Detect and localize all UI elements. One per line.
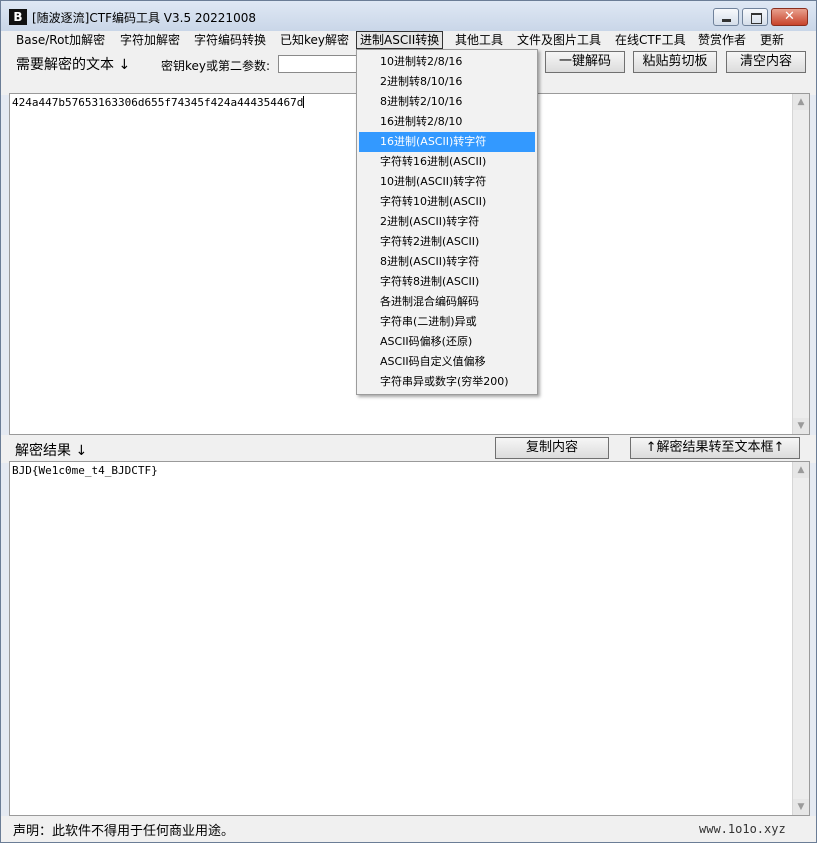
menu-other-tools[interactable]: 其他工具 [452, 31, 506, 49]
dd-char-to-dec-ascii[interactable]: 字符转10进制(ASCII) [359, 192, 535, 212]
base-ascii-dropdown-menu: 10进制转2/8/16 2进制转8/10/16 8进制转2/10/16 16进制… [356, 49, 538, 395]
one-click-decode-button[interactable]: 一键解码 [545, 51, 625, 73]
key-label: 密钥key或第二参数: [161, 59, 271, 73]
result-bar: 解密结果 ↓ 复制内容 ↑解密结果转至文本框↑ [1, 435, 816, 463]
clear-content-button[interactable]: 清空内容 [726, 51, 806, 73]
menu-donate[interactable]: 赞赏作者 [695, 31, 749, 49]
dd-ascii-custom-shift[interactable]: ASCII码自定义值偏移 [359, 352, 535, 372]
menu-base-ascii[interactable]: 进制ASCII转换 [356, 31, 444, 49]
dd-hex-to-2-8-10[interactable]: 16进制转2/8/10 [359, 112, 535, 132]
maximize-button[interactable] [742, 8, 768, 26]
dd-dec-ascii-to-char[interactable]: 10进制(ASCII)转字符 [359, 172, 535, 192]
result-text: BJD{We1c0me_t4_BJDCTF} [12, 464, 158, 477]
app-logo-icon: B [9, 9, 27, 25]
minimize-icon [714, 9, 738, 25]
dd-hex-ascii-to-char[interactable]: 16进制(ASCII)转字符 [359, 132, 535, 152]
window-title: [随波逐流]CTF编码工具 V3.5 20221008 [32, 11, 256, 25]
dd-dec-to-2-8-16[interactable]: 10进制转2/8/16 [359, 52, 535, 72]
dd-string-xor-number[interactable]: 字符串异或数字(穷举200) [359, 372, 535, 392]
input-scrollbar[interactable]: ▲ ▼ [792, 94, 809, 434]
menu-update[interactable]: 更新 [757, 31, 787, 49]
input-label: 需要解密的文本 ↓ [16, 57, 131, 73]
scroll-up-icon[interactable]: ▲ [793, 94, 809, 110]
menu-bar: Base/Rot加解密 字符加解密 字符编码转换 已知key解密 进制ASCII… [1, 31, 816, 49]
dd-mixed-base-decode[interactable]: 各进制混合编码解码 [359, 292, 535, 312]
close-button[interactable]: ✕ [771, 8, 808, 26]
result-textarea[interactable]: BJD{We1c0me_t4_BJDCTF} ▲ ▼ [9, 461, 810, 816]
dd-string-binary-xor[interactable]: 字符串(二进制)异或 [359, 312, 535, 332]
input-text: 424a447b57653163306d655f74345f424a444354… [12, 96, 304, 109]
copy-content-button[interactable]: 复制内容 [495, 437, 609, 459]
menu-known-key[interactable]: 已知key解密 [277, 31, 352, 49]
dd-char-to-bin-ascii[interactable]: 字符转2进制(ASCII) [359, 232, 535, 252]
title-bar[interactable]: B [随波逐流]CTF编码工具 V3.5 20221008 ✕ [1, 1, 816, 31]
text-caret [303, 96, 305, 108]
dd-bin-ascii-to-char[interactable]: 2进制(ASCII)转字符 [359, 212, 535, 232]
disclaimer-text: 声明：此软件不得用于任何商业用途。 [13, 824, 235, 839]
scroll-down-icon[interactable]: ▼ [793, 418, 809, 434]
dd-bin-to-8-10-16[interactable]: 2进制转8/10/16 [359, 72, 535, 92]
result-scrollbar[interactable]: ▲ ▼ [792, 462, 809, 815]
transfer-result-button[interactable]: ↑解密结果转至文本框↑ [630, 437, 800, 459]
menu-base-rot[interactable]: Base/Rot加解密 [13, 31, 108, 49]
menu-online-ctf[interactable]: 在线CTF工具 [612, 31, 689, 49]
app-window: B [随波逐流]CTF编码工具 V3.5 20221008 ✕ Base/Rot… [0, 0, 817, 843]
dd-oct-ascii-to-char[interactable]: 8进制(ASCII)转字符 [359, 252, 535, 272]
maximize-icon [743, 9, 767, 25]
scroll-down-icon[interactable]: ▼ [793, 799, 809, 815]
input-text-wrap: 424a447b57653163306d655f74345f424a444354… [12, 96, 305, 109]
menu-char-encoding[interactable]: 字符编码转换 [191, 31, 269, 49]
menu-char-crypto[interactable]: 字符加解密 [117, 31, 183, 49]
key-input[interactable] [278, 55, 358, 73]
status-bar: 声明：此软件不得用于任何商业用途。 www.1o1o.xyz [1, 816, 816, 842]
close-icon: ✕ [784, 9, 795, 24]
result-label: 解密结果 ↓ [15, 443, 88, 459]
website-url: www.1o1o.xyz [699, 822, 786, 836]
minimize-button[interactable] [713, 8, 739, 26]
paste-clipboard-button[interactable]: 粘贴剪切板 [633, 51, 717, 73]
menu-file-image-tools[interactable]: 文件及图片工具 [514, 31, 604, 49]
dd-char-to-hex-ascii[interactable]: 字符转16进制(ASCII) [359, 152, 535, 172]
dd-oct-to-2-10-16[interactable]: 8进制转2/10/16 [359, 92, 535, 112]
dd-ascii-shift-restore[interactable]: ASCII码偏移(还原) [359, 332, 535, 352]
dd-char-to-oct-ascii[interactable]: 字符转8进制(ASCII) [359, 272, 535, 292]
scroll-up-icon[interactable]: ▲ [793, 462, 809, 478]
